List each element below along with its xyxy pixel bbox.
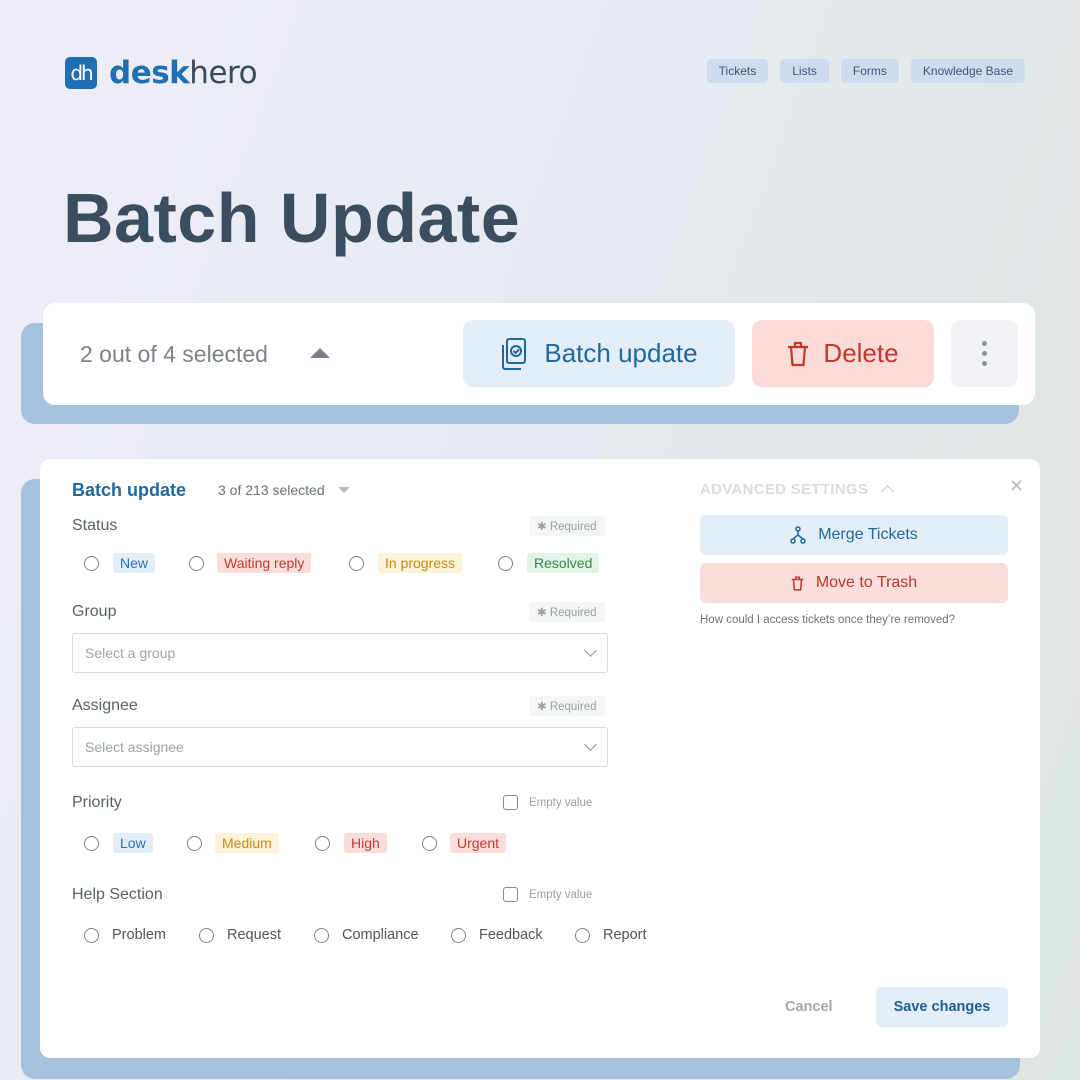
panel-title: Batch update	[72, 480, 187, 500]
priority-tag-low: Low	[113, 833, 153, 853]
status-tag-waiting-reply: Waiting reply	[217, 553, 312, 573]
caret-up-icon[interactable]	[310, 348, 330, 358]
priority-empty-value: Empty value	[503, 795, 592, 810]
help-radio-request[interactable]	[199, 928, 214, 943]
group-label: Group	[72, 603, 117, 620]
chevron-down-icon	[584, 738, 597, 751]
help-option-report: Report	[603, 927, 647, 943]
nav-lists[interactable]: Lists	[780, 59, 829, 83]
cancel-button[interactable]: Cancel	[785, 999, 833, 1015]
nav-forms[interactable]: Forms	[840, 59, 899, 83]
priority-radio-urgent[interactable]	[422, 836, 437, 851]
help-radio-report[interactable]	[575, 928, 590, 943]
merge-tickets-button[interactable]: Merge Tickets	[700, 515, 1008, 555]
assignee-label: Assignee	[72, 697, 138, 714]
page-title: Batch Update	[63, 179, 521, 257]
group-select[interactable]: Select a group	[72, 633, 608, 673]
more-options-button[interactable]	[951, 320, 1018, 387]
save-changes-button[interactable]: Save changes	[876, 987, 1008, 1027]
assignee-required-badge: ✱ Required	[529, 696, 605, 716]
priority-tag-urgent: Urgent	[450, 833, 507, 853]
help-option-feedback: Feedback	[479, 927, 543, 943]
help-option-request: Request	[227, 927, 282, 943]
trash-icon	[791, 575, 804, 591]
status-tag-new: New	[113, 553, 156, 573]
chevron-down-icon	[584, 644, 597, 657]
help-option-problem: Problem	[112, 927, 166, 943]
merge-icon	[790, 526, 806, 544]
help-section-empty-value: Empty value	[503, 887, 592, 902]
brand-name-light: hero	[189, 55, 258, 91]
priority-tag-high: High	[344, 833, 387, 853]
trash-help-link[interactable]: How could I access tickets once they’re …	[700, 614, 955, 626]
status-label: Status	[72, 517, 118, 534]
assignee-select[interactable]: Select assignee	[72, 727, 608, 767]
status-radio-waiting-reply[interactable]	[189, 556, 204, 571]
help-radio-problem[interactable]	[84, 928, 99, 943]
priority-empty-label: Empty value	[529, 796, 593, 809]
help-section-empty-checkbox[interactable]	[503, 887, 518, 902]
priority-radio-high[interactable]	[315, 836, 330, 851]
help-section-label: Help Section	[72, 886, 163, 903]
selection-count: 2 out of 4 selected	[80, 341, 268, 367]
batch-update-panel: Batch update 3 of 213 selected Status ✱ …	[40, 459, 1040, 1058]
status-radio-resolved[interactable]	[498, 556, 513, 571]
caret-down-icon[interactable]	[338, 487, 350, 493]
batch-update-label: Batch update	[544, 338, 698, 368]
help-radio-compliance[interactable]	[314, 928, 329, 943]
merge-tickets-label: Merge Tickets	[818, 526, 918, 543]
status-radio-new[interactable]	[84, 556, 99, 571]
advanced-settings-title[interactable]: ADVANCED SETTINGS	[700, 481, 868, 498]
documents-icon	[502, 337, 527, 370]
help-section-empty-label: Empty value	[529, 888, 593, 901]
selection-toolbar: 2 out of 4 selected Batch update Delete	[43, 303, 1035, 405]
panel-selection-count[interactable]: 3 of 213 selected	[218, 482, 325, 498]
chevron-up-icon[interactable]	[881, 485, 894, 498]
close-icon[interactable]: ✕	[1009, 476, 1024, 497]
help-option-compliance: Compliance	[342, 927, 419, 943]
more-vertical-icon	[982, 341, 987, 366]
brand-logo[interactable]: dh deskhero	[65, 55, 258, 91]
status-tag-in-progress: In progress	[378, 553, 463, 573]
status-required-badge: ✱ Required	[529, 516, 605, 536]
group-required-badge: ✱ Required	[529, 602, 605, 622]
delete-label: Delete	[823, 338, 899, 368]
group-placeholder: Select a group	[85, 645, 176, 661]
logo-mark: dh	[65, 57, 97, 89]
help-radio-feedback[interactable]	[451, 928, 466, 943]
move-to-trash-label: Move to Trash	[815, 574, 918, 591]
delete-button[interactable]: Delete	[752, 320, 934, 387]
trash-icon	[788, 341, 809, 366]
nav-knowledge-base[interactable]: Knowledge Base	[910, 59, 1025, 83]
brand-name: deskhero	[109, 55, 258, 91]
assignee-placeholder: Select assignee	[85, 739, 184, 755]
brand-name-bold: desk	[109, 55, 190, 91]
top-navigation: Tickets Lists Forms Knowledge Base	[706, 59, 1025, 83]
priority-tag-medium: Medium	[215, 833, 279, 853]
move-to-trash-button[interactable]: Move to Trash	[700, 563, 1008, 603]
priority-label: Priority	[72, 794, 122, 811]
status-radio-in-progress[interactable]	[349, 556, 364, 571]
priority-radio-low[interactable]	[84, 836, 99, 851]
nav-tickets[interactable]: Tickets	[706, 59, 769, 83]
priority-empty-checkbox[interactable]	[503, 795, 518, 810]
batch-update-button[interactable]: Batch update	[463, 320, 735, 387]
priority-radio-medium[interactable]	[187, 836, 202, 851]
status-tag-resolved: Resolved	[527, 553, 600, 573]
